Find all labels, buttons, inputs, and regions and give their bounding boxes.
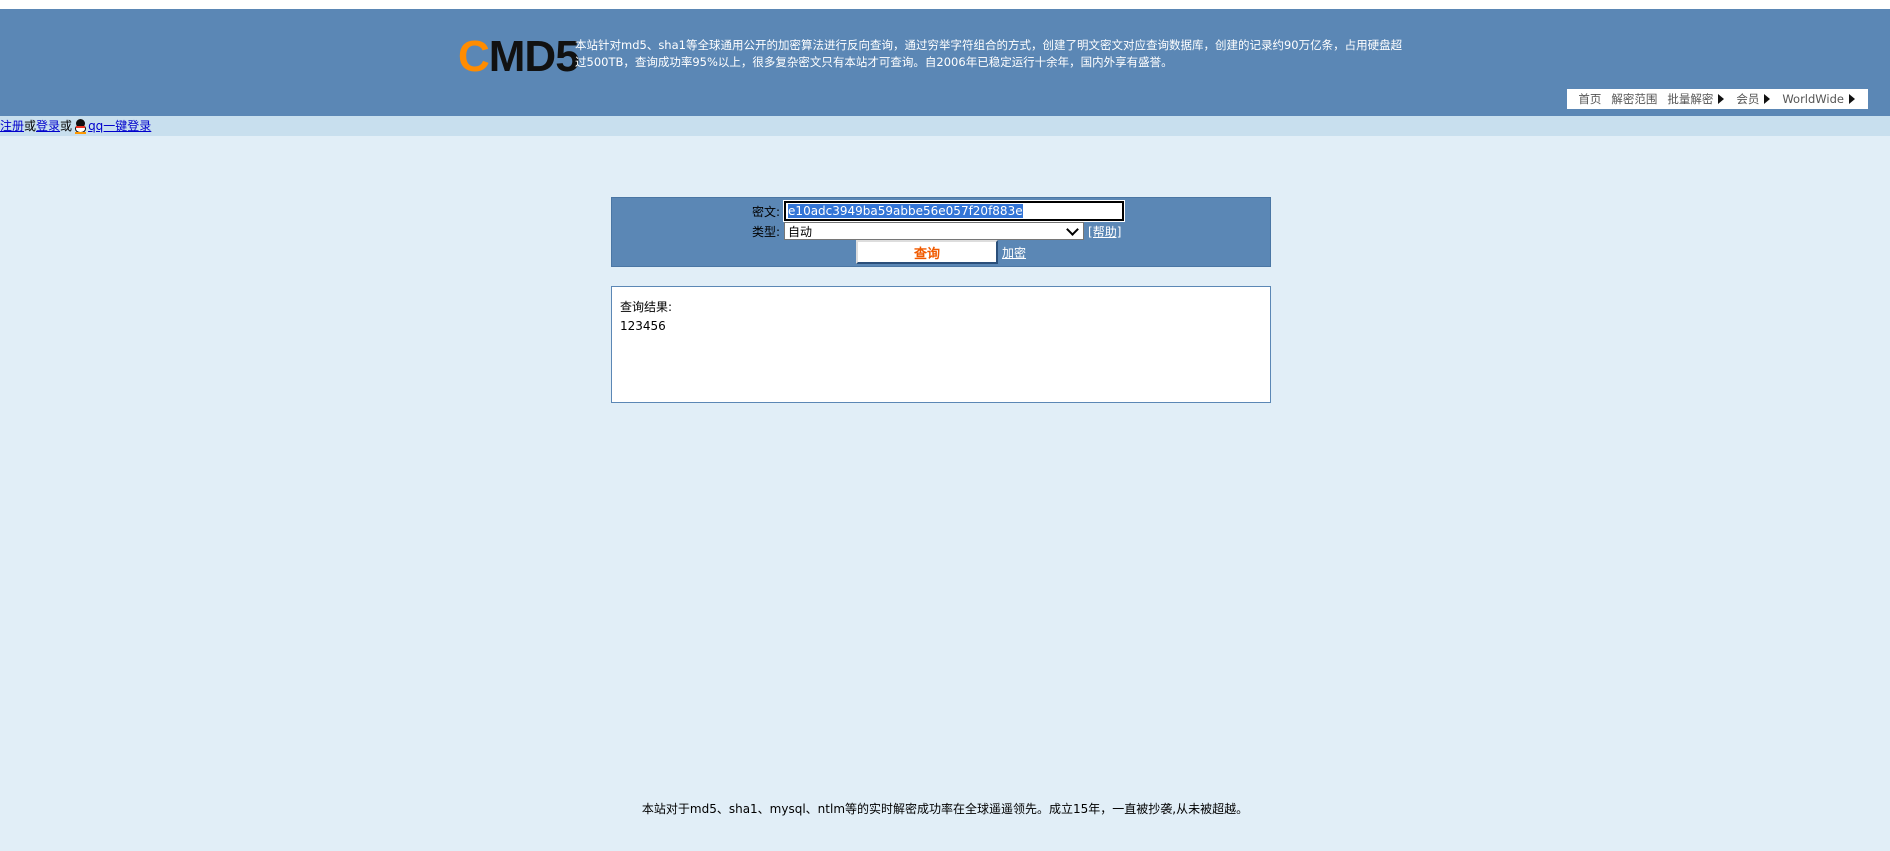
encrypt-link[interactable]: 加密 [1002, 244, 1026, 261]
cipher-label: 密文: [752, 204, 781, 219]
action-row: 查询 加密 [856, 240, 1026, 264]
site-description: 本站针对md5、sha1等全球通用公开的加密算法进行反向查询，通过穷举字符组合的… [575, 37, 1445, 71]
login-bar: 注册或登录或 qq一键登录 [0, 116, 1890, 136]
description-line-1: 本站针对md5、sha1等全球通用公开的加密算法进行反向查询，通过穷举字符组合的… [575, 38, 1403, 52]
nav-worldwide-label: WorldWide [1782, 92, 1844, 106]
or-text: 或 [60, 119, 73, 133]
chevron-down-icon [1066, 222, 1079, 236]
nav-worldwide[interactable]: WorldWide [1777, 92, 1862, 106]
description-line-2: 过500TB，查询成功率95%以上，很多复杂密文只有本站才可查询。自2006年已… [575, 55, 1173, 69]
help-link[interactable]: [帮助] [1088, 223, 1121, 240]
nav-home[interactable]: 首页 [1573, 91, 1606, 107]
type-select[interactable]: 自动 [784, 222, 1085, 240]
result-title: 查询结果: [620, 300, 673, 314]
or-text: 或 [24, 119, 37, 133]
type-label: 类型: [752, 224, 781, 239]
cipher-input[interactable]: e10adc3949ba59abbe56e057f20f883e [783, 200, 1126, 222]
query-button[interactable]: 查询 [856, 240, 998, 264]
result-value: 123456 [620, 319, 666, 333]
caret-right-icon [1764, 94, 1771, 104]
nav-home-label: 首页 [1578, 92, 1602, 106]
nav-member[interactable]: 会员 [1731, 91, 1777, 107]
site-header: CMD5 本站针对md5、sha1等全球通用公开的加密算法进行反向查询，通过穷举… [0, 9, 1890, 116]
nav-batch-decrypt-label: 批量解密 [1667, 92, 1714, 106]
login-link[interactable]: 登录 [36, 116, 60, 136]
caret-right-icon [1718, 94, 1725, 104]
logo-letters-md5: MD5 [488, 32, 580, 81]
nav-decrypt-range-label: 解密范围 [1611, 92, 1658, 106]
qq-penguin-icon [74, 118, 87, 134]
qq-login-link[interactable]: qq一键登录 [88, 116, 151, 136]
nav-member-label: 会员 [1736, 92, 1760, 106]
query-button-label: 查询 [913, 246, 940, 262]
top-strip [0, 0, 1890, 9]
type-select-value: 自动 [788, 224, 813, 239]
logo-letter-c: C [458, 32, 490, 81]
top-nav: 首页 解密范围 批量解密 会员 WorldWide [1567, 89, 1868, 109]
cipher-row: 密文: e10adc3949ba59abbe56e057f20f883e [752, 200, 1126, 222]
register-link[interactable]: 注册 [0, 116, 24, 136]
decrypt-form: 密文: e10adc3949ba59abbe56e057f20f883e 类型:… [611, 197, 1271, 267]
cipher-input-value: e10adc3949ba59abbe56e057f20f883e [788, 204, 1023, 218]
cmd5-logo[interactable]: CMD5 [458, 32, 580, 82]
result-panel: 查询结果: 123456 [611, 286, 1271, 403]
nav-batch-decrypt[interactable]: 批量解密 [1662, 91, 1731, 107]
type-row: 类型: 自动 [帮助] [752, 222, 1121, 240]
nav-decrypt-range[interactable]: 解密范围 [1606, 91, 1662, 107]
footer-text: 本站对于md5、sha1、mysql、ntlm等的实时解密成功率在全球遥遥领先。… [641, 802, 1249, 816]
caret-right-icon [1849, 94, 1855, 104]
